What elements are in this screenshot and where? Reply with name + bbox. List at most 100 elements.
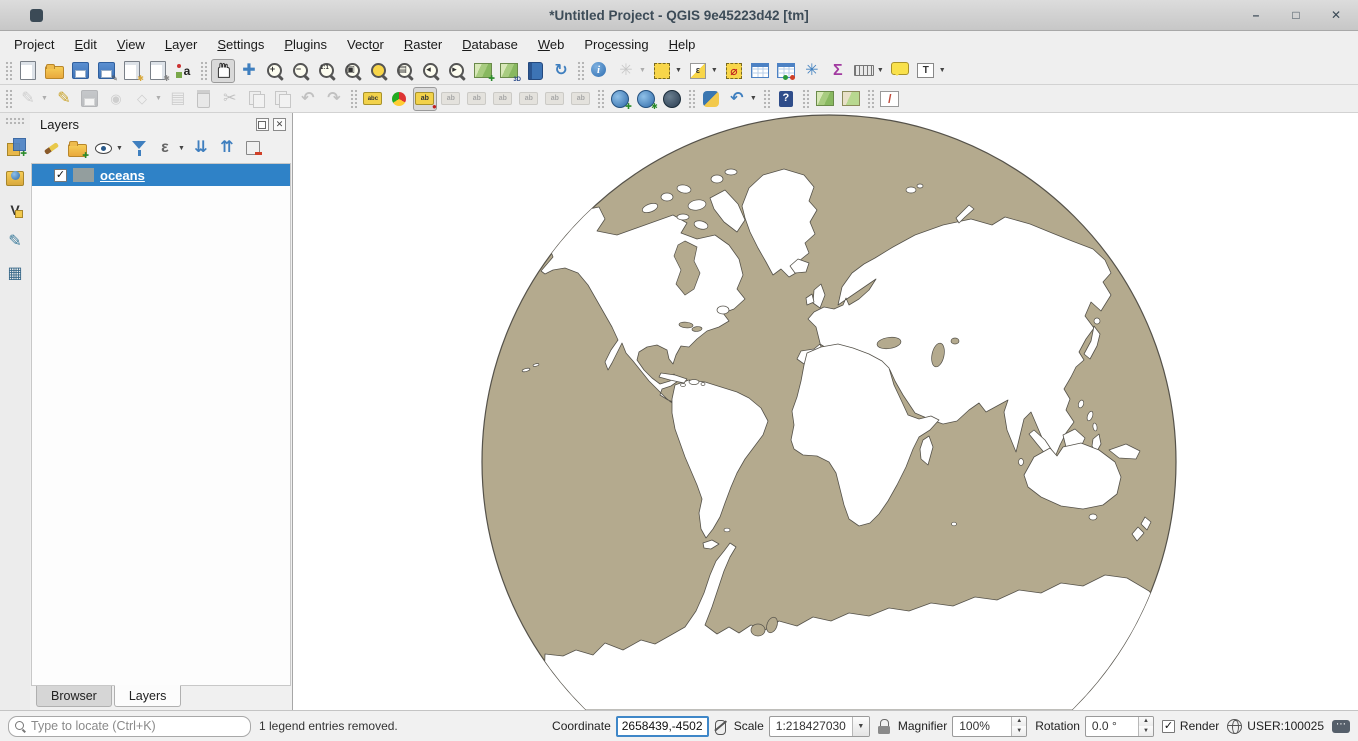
minimize-button[interactable]: – xyxy=(1248,8,1264,22)
deselect-features-icon[interactable]: ⌀ xyxy=(722,59,746,83)
menu-view[interactable]: View xyxy=(107,34,155,55)
menu-raster[interactable]: Raster xyxy=(394,34,452,55)
show-spatial-bookmarks-icon[interactable] xyxy=(523,59,547,83)
zoom-full-icon[interactable]: ▣ xyxy=(341,59,365,83)
menu-database[interactable]: Database xyxy=(452,34,528,55)
data-source-manager-icon[interactable]: ✚ xyxy=(3,134,27,158)
menu-vector[interactable]: Vector xyxy=(337,34,394,55)
help-contents-icon[interactable]: ? xyxy=(774,87,798,111)
layer-diagram-options-icon[interactable] xyxy=(387,87,411,111)
collapse-all-icon[interactable]: ⇈ xyxy=(215,136,239,160)
filter-by-expression-icon[interactable]: ε▼ xyxy=(153,136,187,160)
locator-search[interactable] xyxy=(8,716,251,737)
crs-code[interactable]: USER:100025 xyxy=(1247,719,1324,733)
metasearch-services-icon[interactable]: ✱ xyxy=(634,87,658,111)
toggle-editing-icon[interactable]: ✎ xyxy=(52,87,76,111)
expand-all-icon[interactable]: ⇊ xyxy=(189,136,213,160)
add-group-icon[interactable]: ✚ xyxy=(65,136,89,160)
osm-editor-icon[interactable] xyxy=(839,87,863,111)
menu-edit[interactable]: Edit xyxy=(64,34,106,55)
menu-processing[interactable]: Processing xyxy=(574,34,658,55)
save-project-as-icon[interactable]: ✎ xyxy=(94,59,118,83)
zoom-next-icon[interactable]: ▸ xyxy=(445,59,469,83)
python-console-icon[interactable] xyxy=(699,87,723,111)
zoom-native-icon[interactable]: 1:1 xyxy=(315,59,339,83)
crs-globe-icon[interactable] xyxy=(1227,719,1242,734)
field-calculator-icon[interactable] xyxy=(774,59,798,83)
zoom-out-icon[interactable]: − xyxy=(289,59,313,83)
menu-project[interactable]: Project xyxy=(4,34,64,55)
spin-up-icon[interactable]: ▲ xyxy=(1139,717,1153,727)
processing-history-icon[interactable]: ↶▼ xyxy=(725,87,759,111)
menu-settings[interactable]: Settings xyxy=(207,34,274,55)
identify-features-icon[interactable]: i xyxy=(588,59,612,83)
new-3d-map-view-icon[interactable]: 3D xyxy=(497,59,521,83)
panel-float-button[interactable] xyxy=(256,118,269,131)
new-geopackage-layer-icon[interactable] xyxy=(3,166,27,190)
magnifier-label: Magnifier xyxy=(898,719,947,733)
undo-icon: ↶ xyxy=(296,87,320,111)
panel-close-button[interactable]: ✕ xyxy=(273,118,286,131)
new-shapefile-layer-icon[interactable]: ✎ xyxy=(3,230,27,254)
chevron-down-icon[interactable]: ▼ xyxy=(852,717,869,736)
add-vector-layer-icon[interactable]: V xyxy=(3,198,27,222)
spin-down-icon[interactable]: ▼ xyxy=(1139,726,1153,736)
messages-icon[interactable]: ⋯ xyxy=(1332,720,1350,733)
menu-plugins[interactable]: Plugins xyxy=(274,34,337,55)
measure-icon[interactable]: ▼ xyxy=(852,59,886,83)
filter-legend-icon[interactable] xyxy=(127,136,151,160)
zoom-in-icon[interactable]: + xyxy=(263,59,287,83)
spin-up-icon[interactable]: ▲ xyxy=(1012,717,1026,727)
map-canvas[interactable] xyxy=(293,113,1358,710)
locator-input[interactable] xyxy=(31,719,244,733)
pan-map-icon[interactable] xyxy=(211,59,235,83)
style-manager-icon[interactable]: a xyxy=(172,59,196,83)
open-project-icon[interactable] xyxy=(42,59,66,83)
new-project-icon[interactable] xyxy=(16,59,40,83)
metasearch-new-service-icon[interactable]: ✚ xyxy=(608,87,632,111)
select-features-icon[interactable]: ▼ xyxy=(650,59,684,83)
render-checkbox[interactable]: ✓ xyxy=(1162,720,1175,733)
pan-to-selection-icon[interactable]: ✚ xyxy=(237,59,261,83)
spin-down-icon[interactable]: ▼ xyxy=(1012,726,1026,736)
text-annotation-icon[interactable]: T▼ xyxy=(914,59,948,83)
scale-combobox[interactable]: 1:218427030 ▼ xyxy=(769,716,870,737)
rotation-spinbox[interactable]: 0.0 ° ▲▼ xyxy=(1085,716,1154,737)
show-layout-manager-icon[interactable]: ✱ xyxy=(146,59,170,83)
open-attribute-table-icon[interactable] xyxy=(748,59,772,83)
open-layer-styling-icon[interactable] xyxy=(39,136,63,160)
refresh-map-icon[interactable]: ↻ xyxy=(549,59,573,83)
menu-web[interactable]: Web xyxy=(528,34,575,55)
manage-map-themes-icon[interactable]: ▼ xyxy=(91,136,125,160)
new-map-view-icon[interactable]: ✚ xyxy=(471,59,495,83)
quickmap-services-icon[interactable] xyxy=(813,87,837,111)
zoom-to-selection-icon[interactable] xyxy=(367,59,391,83)
maximize-button[interactable]: □ xyxy=(1288,8,1304,22)
highlight-pinned-labels-icon[interactable]: ab● xyxy=(413,87,437,111)
elevation-profile-icon[interactable]: / xyxy=(878,87,902,111)
layer-row-oceans[interactable]: ✓ oceans xyxy=(32,164,290,186)
remove-layer-icon[interactable] xyxy=(241,136,265,160)
search-icon xyxy=(15,721,26,732)
new-mesh-layer-icon[interactable]: ▦ xyxy=(3,262,27,286)
statistical-summary-icon[interactable]: Σ xyxy=(826,59,850,83)
save-project-icon[interactable] xyxy=(68,59,92,83)
layer-labeling-options-icon[interactable]: abc xyxy=(361,87,385,111)
menu-layer[interactable]: Layer xyxy=(155,34,208,55)
map-tips-icon[interactable] xyxy=(888,59,912,83)
close-button[interactable]: ✕ xyxy=(1328,8,1344,22)
tab-layers[interactable]: Layers xyxy=(114,685,182,707)
menu-help[interactable]: Help xyxy=(659,34,706,55)
new-print-layout-icon[interactable]: ✱ xyxy=(120,59,144,83)
magnifier-spinbox[interactable]: 100% ▲▼ xyxy=(952,716,1027,737)
processing-toolbox-icon[interactable]: ✳ xyxy=(800,59,824,83)
metasearch-icon[interactable] xyxy=(660,87,684,111)
lock-scale-icon[interactable] xyxy=(878,719,890,734)
zoom-last-icon[interactable]: ◂ xyxy=(419,59,443,83)
tab-browser[interactable]: Browser xyxy=(36,686,112,707)
extents-toggle-icon[interactable] xyxy=(714,718,726,734)
coordinate-input[interactable] xyxy=(616,716,709,737)
select-by-expression-icon[interactable]: ε▼ xyxy=(686,59,720,83)
zoom-to-layer-icon[interactable]: ▤ xyxy=(393,59,417,83)
layer-visibility-checkbox[interactable]: ✓ xyxy=(54,169,67,182)
